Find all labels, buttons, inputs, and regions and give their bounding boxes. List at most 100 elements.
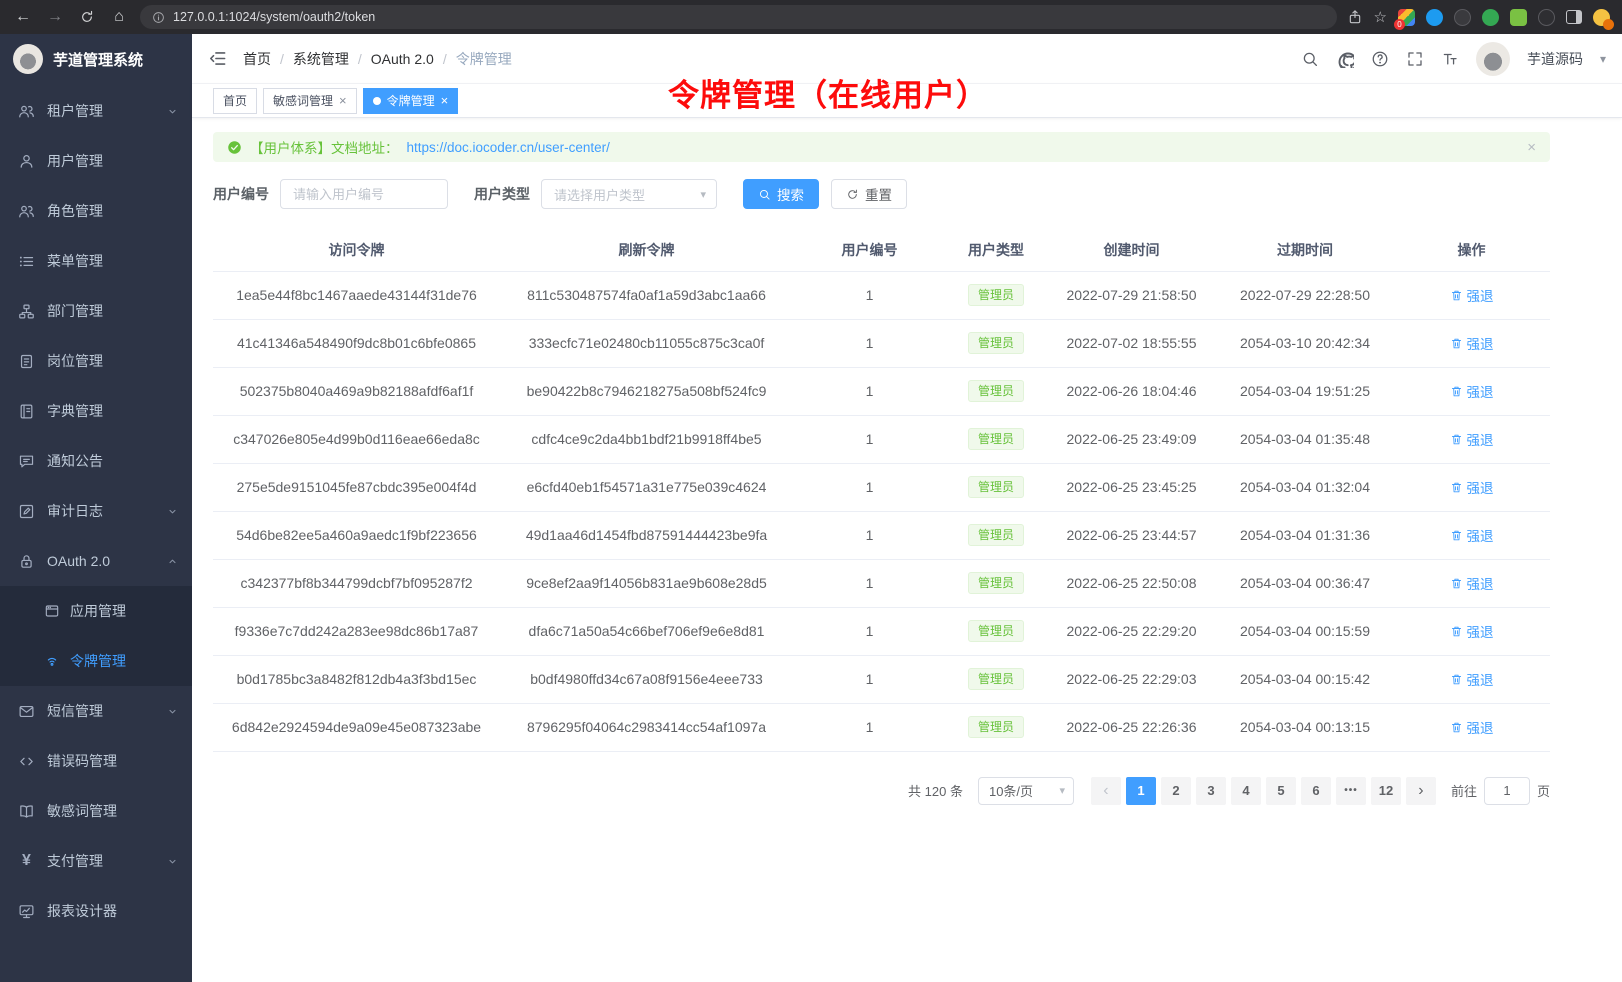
tab-sensitive-word[interactable]: 敏感词管理 × bbox=[263, 88, 357, 114]
user-id-input[interactable] bbox=[280, 179, 448, 209]
page-info-icon[interactable] bbox=[152, 11, 165, 24]
cell-user-id: 1 bbox=[793, 319, 946, 367]
sidebar-item-audit-log[interactable]: 审计日志 bbox=[0, 486, 192, 536]
browser-back-button[interactable]: ← bbox=[12, 9, 34, 25]
cell-access-token: 41c41346a548490f9dc8b01c6bfe0865 bbox=[213, 319, 500, 367]
page-button[interactable]: 5 bbox=[1266, 777, 1296, 805]
force-logout-button[interactable]: 强退 bbox=[1450, 381, 1494, 401]
sidebar-item-error-code[interactable]: 错误码管理 bbox=[0, 736, 192, 786]
page-button[interactable]: 3 bbox=[1196, 777, 1226, 805]
alert-close-icon[interactable]: × bbox=[1527, 140, 1536, 155]
jump-page-input[interactable] bbox=[1484, 777, 1530, 805]
sidebar-item-user[interactable]: 用户管理 bbox=[0, 136, 192, 186]
extension-icon[interactable] bbox=[1482, 9, 1499, 26]
tab-label: 首页 bbox=[223, 92, 247, 109]
reset-button[interactable]: 重置 bbox=[831, 179, 907, 209]
more-pages-button[interactable]: ••• bbox=[1336, 777, 1366, 805]
force-logout-button[interactable]: 强退 bbox=[1450, 717, 1494, 737]
sidebar-item-dept[interactable]: 部门管理 bbox=[0, 286, 192, 336]
extension-puzzle-icon[interactable] bbox=[1510, 9, 1527, 26]
app-logo-icon bbox=[13, 44, 43, 74]
table-row[interactable]: c347026e805e4d99b0d116eae66eda8c cdfc4ce… bbox=[213, 415, 1550, 463]
force-logout-button[interactable]: 强退 bbox=[1450, 525, 1494, 545]
sidebar-toggle-icon[interactable] bbox=[208, 49, 227, 68]
table-row[interactable]: 275e5de9151045fe87cbdc395e004f4d e6cfd40… bbox=[213, 463, 1550, 511]
table-row[interactable]: f9336e7c7dd242a283ee98dc86b17a87 dfa6c71… bbox=[213, 607, 1550, 655]
table-row[interactable]: 6d842e2924594de9a09e45e087323abe 8796295… bbox=[213, 703, 1550, 751]
col-user-id: 用户编号 bbox=[793, 230, 946, 271]
extension-icon[interactable]: 0 bbox=[1398, 9, 1415, 26]
browser-reload-button[interactable] bbox=[76, 9, 98, 25]
force-logout-label: 强退 bbox=[1467, 669, 1494, 689]
search-icon[interactable] bbox=[1301, 50, 1319, 68]
doc-link[interactable]: https://doc.iocoder.cn/user-center/ bbox=[407, 140, 610, 155]
extension-icon[interactable] bbox=[1454, 9, 1471, 26]
sidebar-item-menu[interactable]: 菜单管理 bbox=[0, 236, 192, 286]
tab-home[interactable]: 首页 bbox=[213, 88, 257, 114]
sidebar-item-tenant[interactable]: 租户管理 bbox=[0, 86, 192, 136]
breadcrumb-item[interactable]: 首页 bbox=[243, 49, 271, 69]
force-logout-button[interactable]: 强退 bbox=[1450, 669, 1494, 689]
sidebar-item-pay[interactable]: ¥ 支付管理 bbox=[0, 836, 192, 886]
page-button[interactable]: 4 bbox=[1231, 777, 1261, 805]
table-row[interactable]: 502375b8040a469a9b82188afdf6af1f be90422… bbox=[213, 367, 1550, 415]
github-icon[interactable] bbox=[1336, 50, 1354, 68]
force-logout-button[interactable]: 强退 bbox=[1450, 621, 1494, 641]
table-row[interactable]: 54d6be82ee5a460a9aedc1f9bf223656 49d1aa4… bbox=[213, 511, 1550, 559]
force-logout-button[interactable]: 强退 bbox=[1450, 333, 1494, 353]
sidebar-item-oauth2[interactable]: OAuth 2.0 bbox=[0, 536, 192, 586]
cell-expires-at: 2054-03-04 00:15:59 bbox=[1217, 607, 1393, 655]
sidebar-item-sensitive-word[interactable]: 敏感词管理 bbox=[0, 786, 192, 836]
force-logout-button[interactable]: 强退 bbox=[1450, 573, 1494, 593]
page-button[interactable]: 2 bbox=[1161, 777, 1191, 805]
app-logo[interactable]: 芋道管理系统 bbox=[0, 34, 192, 84]
share-icon[interactable] bbox=[1347, 9, 1363, 25]
sidebar-item-oauth2-token[interactable]: 令牌管理 bbox=[0, 636, 192, 686]
search-button[interactable]: 搜索 bbox=[743, 179, 819, 209]
sidebar-item-role[interactable]: 角色管理 bbox=[0, 186, 192, 236]
table-row[interactable]: 1ea5e44f8bc1467aaede43144f31de76 811c530… bbox=[213, 271, 1550, 319]
extension-icon[interactable] bbox=[1426, 9, 1443, 26]
extension-badge: 0 bbox=[1394, 19, 1405, 30]
cell-expires-at: 2054-03-04 19:51:25 bbox=[1217, 367, 1393, 415]
page-button[interactable]: 6 bbox=[1301, 777, 1331, 805]
force-logout-button[interactable]: 强退 bbox=[1450, 285, 1494, 305]
force-logout-button[interactable]: 强退 bbox=[1450, 477, 1494, 497]
caret-down-icon[interactable]: ▾ bbox=[1600, 52, 1606, 66]
close-icon[interactable]: × bbox=[441, 94, 449, 107]
font-size-icon[interactable] bbox=[1441, 50, 1459, 68]
sidebar-item-dict[interactable]: 字典管理 bbox=[0, 386, 192, 436]
fullscreen-icon[interactable] bbox=[1406, 50, 1424, 68]
extension-icon[interactable] bbox=[1538, 9, 1555, 26]
close-icon[interactable]: × bbox=[339, 94, 347, 107]
breadcrumb-item[interactable]: 系统管理 bbox=[293, 49, 349, 69]
table-row[interactable]: c342377bf8b344799dcbf7bf095287f2 9ce8ef2… bbox=[213, 559, 1550, 607]
bookmark-star-icon[interactable]: ☆ bbox=[1374, 10, 1387, 25]
user-name[interactable]: 芋道源码 bbox=[1527, 49, 1583, 69]
page-button[interactable]: 1 bbox=[1126, 777, 1156, 805]
sidebar-item-oauth2-app[interactable]: 应用管理 bbox=[0, 586, 192, 636]
force-logout-button[interactable]: 强退 bbox=[1450, 429, 1494, 449]
help-icon[interactable] bbox=[1371, 50, 1389, 68]
sidebar-item-report-designer[interactable]: 报表设计器 bbox=[0, 886, 192, 936]
browser-forward-button[interactable]: → bbox=[44, 9, 66, 25]
browser-home-button[interactable]: ⌂ bbox=[108, 9, 130, 25]
sidebar-item-post[interactable]: 岗位管理 bbox=[0, 336, 192, 386]
edit-square-icon bbox=[18, 503, 35, 520]
page-button[interactable]: 12 bbox=[1371, 777, 1401, 805]
sidebar-item-notice[interactable]: 通知公告 bbox=[0, 436, 192, 486]
browser-profile-avatar[interactable] bbox=[1593, 9, 1610, 26]
tab-token-active[interactable]: 令牌管理 × bbox=[363, 88, 459, 114]
breadcrumb-item[interactable]: OAuth 2.0 bbox=[371, 51, 434, 67]
user-type-select[interactable]: 请选择用户类型 ▾ bbox=[541, 179, 717, 209]
page-size-select[interactable]: 10条/页 ▾ bbox=[978, 777, 1074, 805]
next-page-button[interactable]: › bbox=[1406, 777, 1436, 805]
address-bar[interactable]: 127.0.0.1:1024/system/oauth2/token bbox=[140, 5, 1337, 29]
table-row[interactable]: 41c41346a548490f9dc8b01c6bfe0865 333ecfc… bbox=[213, 319, 1550, 367]
cell-expires-at: 2054-03-04 00:36:47 bbox=[1217, 559, 1393, 607]
side-panel-icon[interactable] bbox=[1566, 10, 1582, 24]
table-row[interactable]: b0d1785bc3a8482f812db4a3f3bd15ec b0df498… bbox=[213, 655, 1550, 703]
user-avatar[interactable] bbox=[1476, 42, 1510, 76]
sidebar-item-sms[interactable]: 短信管理 bbox=[0, 686, 192, 736]
prev-page-button[interactable]: ‹ bbox=[1091, 777, 1121, 805]
